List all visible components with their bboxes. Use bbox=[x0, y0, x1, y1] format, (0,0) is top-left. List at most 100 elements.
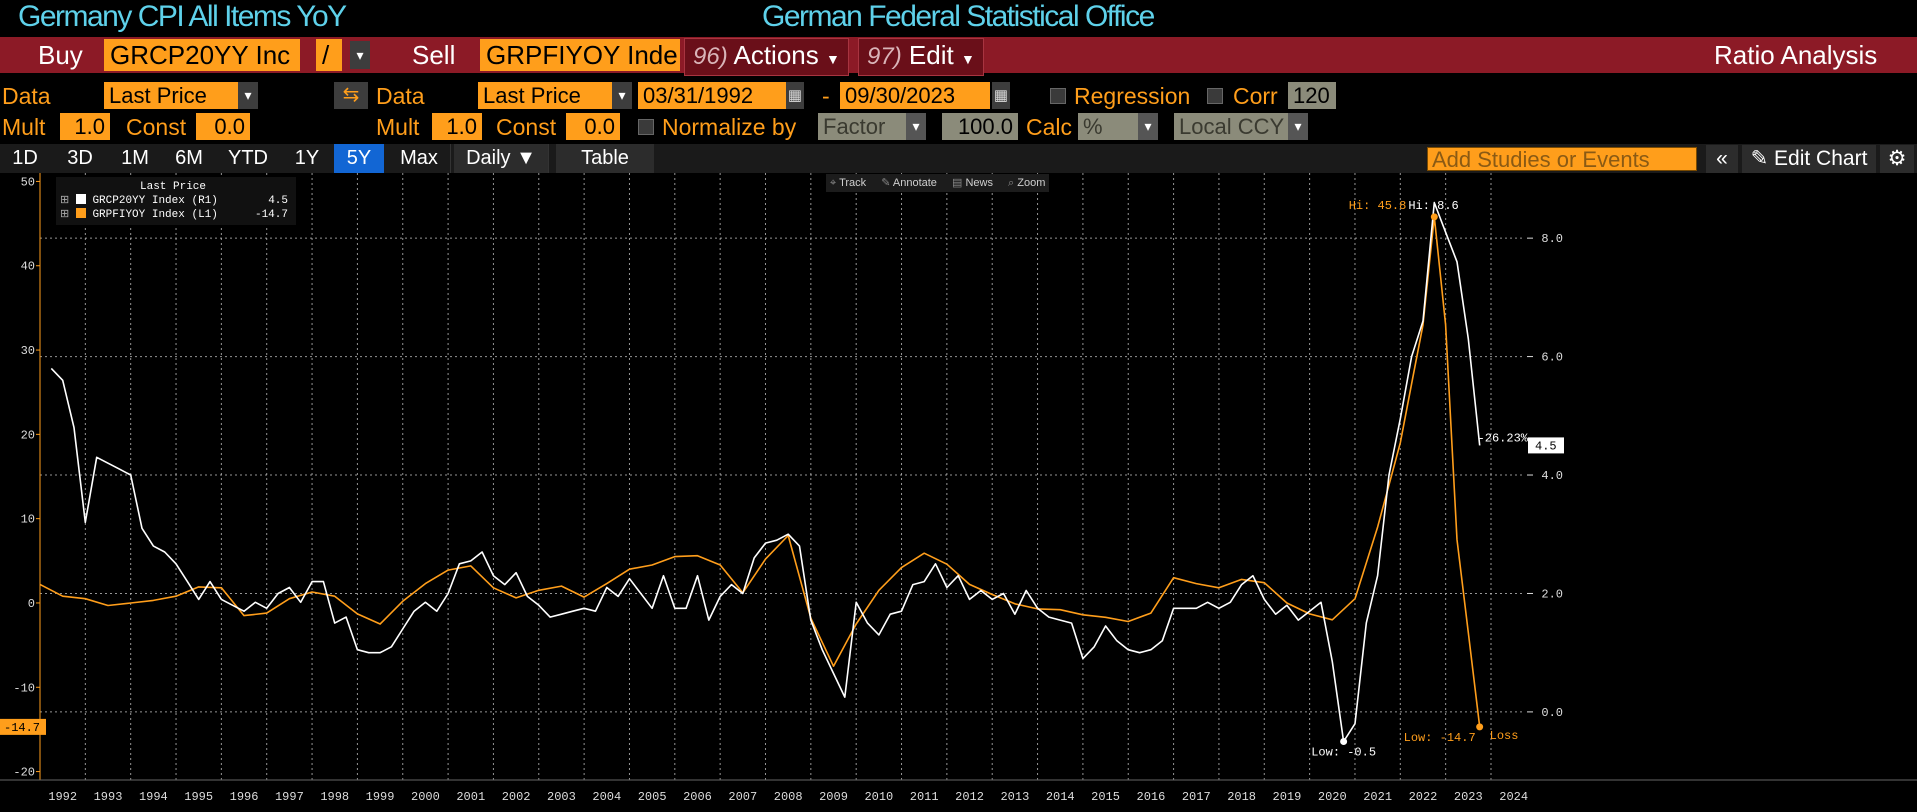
right-tick-label: 4.0 bbox=[1541, 469, 1563, 483]
edit-chart-button[interactable]: ✎ Edit Chart bbox=[1742, 145, 1876, 173]
tab-3d[interactable]: 3D bbox=[54, 144, 106, 173]
sell-label: Sell bbox=[412, 40, 456, 70]
tab-1y[interactable]: 1Y bbox=[282, 144, 332, 173]
chart-legend: Last Price ⊞ GRCP20YY Index (R1) 4.5 ⊞ G… bbox=[56, 177, 296, 225]
studies-input[interactable]: Add Studies or Events bbox=[1427, 147, 1697, 172]
legend-title: Last Price bbox=[140, 181, 207, 193]
end-date-field[interactable]: 09/30/2023 bbox=[840, 82, 990, 109]
frequency-dropdown[interactable]: Daily ▼ bbox=[454, 144, 549, 173]
annotate-icon: ✎ bbox=[881, 177, 891, 189]
annotation-low-white: Low: -0.5 bbox=[1311, 746, 1376, 760]
news-tool[interactable]: News bbox=[965, 177, 993, 189]
normalize-select[interactable]: Factor bbox=[818, 113, 906, 140]
zoom-tool[interactable]: Zoom bbox=[1017, 177, 1045, 189]
operator-dropdown-icon[interactable]: ▾ bbox=[350, 41, 370, 69]
settings-row-mult: Mult 1.0 Const 0.0 Mult 1.0 Const 0.0 No… bbox=[0, 111, 1917, 141]
normalize-number-field[interactable]: 100.0 bbox=[942, 113, 1018, 140]
high-marker-orange bbox=[1430, 213, 1438, 221]
sell-ticker-field[interactable]: GRPFIYOY Inde bbox=[480, 39, 680, 71]
calc-select[interactable]: % bbox=[1078, 113, 1138, 140]
low-marker-white bbox=[1340, 738, 1348, 746]
mult-right-field[interactable]: 1.0 bbox=[432, 113, 482, 140]
tab-5y[interactable]: 5Y bbox=[334, 144, 384, 173]
calendar-icon[interactable]: ▦ bbox=[992, 82, 1010, 109]
tab-max[interactable]: Max bbox=[388, 144, 451, 173]
edit-chart-label: Edit Chart bbox=[1774, 147, 1868, 170]
operator-field[interactable]: / bbox=[316, 39, 342, 71]
x-tick-label: 2010 bbox=[864, 790, 893, 804]
x-tick-label: 2006 bbox=[683, 790, 712, 804]
tab-1d[interactable]: 1D bbox=[0, 144, 50, 173]
gear-icon[interactable]: ⚙ bbox=[1880, 145, 1914, 173]
collapse-left-icon[interactable]: « bbox=[1706, 145, 1738, 173]
chart-grid bbox=[40, 173, 1525, 780]
start-date-field[interactable]: 03/31/1992 bbox=[638, 82, 788, 109]
calc-label: Calc bbox=[1026, 114, 1073, 140]
last-value-text-white: 4.5 bbox=[1535, 439, 1557, 453]
table-button[interactable]: Table bbox=[556, 144, 654, 173]
right-tick-label: 2.0 bbox=[1541, 587, 1563, 601]
edit-label: Edit bbox=[908, 40, 954, 70]
chevron-down-icon[interactable]: ▾ bbox=[1288, 113, 1308, 140]
corr-checkbox[interactable] bbox=[1207, 88, 1223, 104]
zoom-icon: ⌕ bbox=[1008, 177, 1015, 189]
chevron-down-icon[interactable]: ▾ bbox=[238, 82, 258, 109]
settings-row-data: Data Last Price ▾ ⇆ Data Last Price ▾ 03… bbox=[0, 80, 1917, 110]
right-tick-label: 6.0 bbox=[1541, 351, 1563, 365]
actions-button[interactable]: 96) Actions ▼ bbox=[684, 38, 849, 76]
right-tick-label: 0.0 bbox=[1541, 706, 1563, 720]
chevron-down-icon[interactable]: ▾ bbox=[1138, 113, 1158, 140]
data-left-field[interactable]: Last Price bbox=[104, 82, 248, 109]
left-tick-label: -10 bbox=[13, 681, 35, 695]
legend-swatch-orange bbox=[75, 208, 86, 218]
normalize-checkbox[interactable] bbox=[638, 119, 654, 135]
x-tick-label: 2001 bbox=[456, 790, 485, 804]
mult-left-field[interactable]: 1.0 bbox=[60, 113, 110, 140]
data-right-field[interactable]: Last Price bbox=[478, 82, 622, 109]
tab-1m[interactable]: 1M bbox=[110, 144, 160, 173]
source-title: German Federal Statistical Office bbox=[762, 0, 1155, 33]
chevron-down-icon[interactable]: ▾ bbox=[906, 113, 926, 140]
annotate-tool[interactable]: Annotate bbox=[893, 177, 937, 189]
normalize-label: Normalize by bbox=[662, 114, 797, 140]
buy-ticker-field[interactable]: GRCP20YY Inc bbox=[104, 39, 300, 71]
annotation-loss: Loss bbox=[1490, 729, 1519, 743]
x-tick-label: 2011 bbox=[910, 790, 939, 804]
chevron-down-icon[interactable]: ▾ bbox=[612, 82, 632, 109]
currency-select[interactable]: Local CCY bbox=[1174, 113, 1288, 140]
tab-ytd[interactable]: YTD bbox=[218, 144, 278, 173]
legend-series-name: GRPFIYOY Index bbox=[92, 209, 185, 221]
x-tick-label: 2005 bbox=[638, 790, 667, 804]
annotation-high-orange: Hi: 45.8 bbox=[1349, 199, 1407, 213]
const-right-field[interactable]: 0.0 bbox=[566, 113, 620, 140]
annotation-pct-change: -26.23% bbox=[1478, 431, 1529, 445]
x-tick-label: 2007 bbox=[728, 790, 757, 804]
regression-label: Regression bbox=[1074, 83, 1191, 109]
track-tool[interactable]: Track bbox=[839, 177, 866, 189]
chart-area: 1992 1993 1994 1995 1996 1997 1998 1999 2000 2001… bbox=[0, 173, 1917, 807]
legend-series-name: GRCP20YY Index bbox=[92, 195, 185, 207]
regression-checkbox[interactable] bbox=[1050, 88, 1066, 104]
edit-button[interactable]: 97) Edit ▼ bbox=[858, 38, 984, 76]
legend-series-value: 4.5 bbox=[268, 195, 288, 207]
news-icon: ▤ bbox=[952, 177, 963, 189]
x-tick-label: 2022 bbox=[1409, 790, 1438, 804]
x-tick-label: 2024 bbox=[1499, 790, 1528, 804]
swap-icon[interactable]: ⇆ bbox=[334, 82, 368, 109]
actions-label: Actions bbox=[733, 40, 819, 70]
x-tick-label: 2012 bbox=[955, 790, 984, 804]
tab-6m[interactable]: 6M bbox=[164, 144, 214, 173]
const-label-right: Const bbox=[496, 114, 557, 140]
legend-item-grcp[interactable]: ⊞ GRCP20YY Index (R1) 4.5 bbox=[56, 194, 296, 208]
corr-value-field[interactable]: 120 bbox=[1288, 82, 1336, 109]
left-tick-label: 40 bbox=[21, 260, 35, 274]
last-value-text-orange: -14.7 bbox=[4, 721, 40, 735]
calendar-icon[interactable]: ▦ bbox=[786, 82, 804, 109]
legend-series-value: -14.7 bbox=[254, 209, 288, 221]
legend-item-grpfi[interactable]: ⊞ GRPFIYOY Index (L1) -14.7 bbox=[56, 208, 296, 222]
const-left-field[interactable]: 0.0 bbox=[196, 113, 250, 140]
actions-number: 96) bbox=[693, 43, 728, 70]
x-tick-label: 2016 bbox=[1137, 790, 1166, 804]
x-tick-label: 2004 bbox=[592, 790, 621, 804]
x-tick-label: 2018 bbox=[1227, 790, 1256, 804]
